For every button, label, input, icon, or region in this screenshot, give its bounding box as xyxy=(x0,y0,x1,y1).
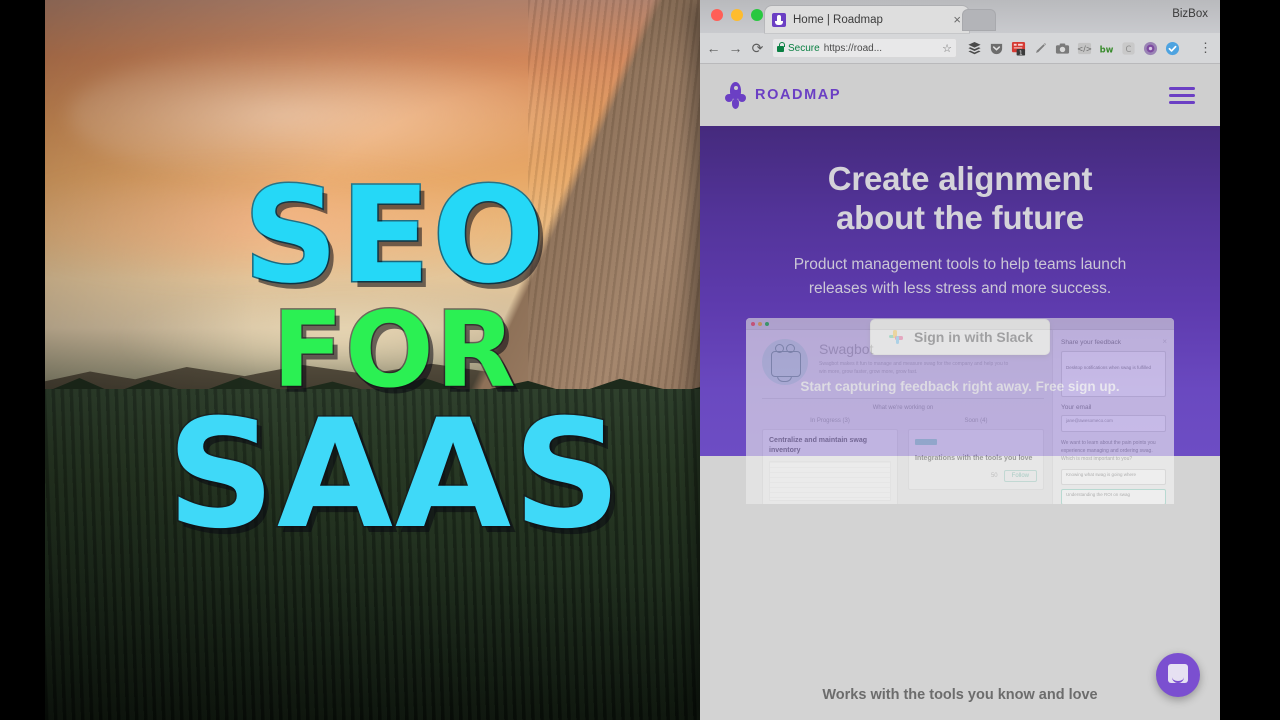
site-navbar: ROADMAP xyxy=(700,64,1220,126)
thumbnail-line-2: FOR xyxy=(271,289,518,412)
rocket-icon xyxy=(725,81,746,109)
bot-name: Swagbot xyxy=(819,341,874,357)
status-badge xyxy=(915,439,937,445)
new-tab-button[interactable] xyxy=(962,9,996,31)
hamburger-menu-icon[interactable] xyxy=(1169,86,1195,104)
chat-bubble-icon xyxy=(1168,664,1188,683)
check-blue-extension-icon[interactable] xyxy=(1165,41,1180,56)
board-column: Soon (4) Integrations with the tools you… xyxy=(908,418,1044,504)
svg-text:bw: bw xyxy=(1100,44,1114,54)
browser-menu-icon[interactable]: ⋮ xyxy=(1199,41,1214,54)
feedback-option[interactable]: Knowing what swag is going where xyxy=(1061,469,1166,485)
divider xyxy=(762,398,1044,399)
svg-text:1: 1 xyxy=(1019,50,1023,56)
board-column: In Progress (3) Centralize and maintain … xyxy=(762,418,898,504)
browser-toolbar: ← → ⟳ Secure https://road... ☆ 1 </> bw … xyxy=(700,33,1220,64)
address-bar[interactable]: Secure https://road... ☆ xyxy=(772,38,957,58)
buffer-extension-icon[interactable] xyxy=(967,41,982,56)
screenshot-max-dot xyxy=(765,321,769,326)
hero-heading-line2: about the future xyxy=(836,198,1084,236)
browser-window: Home | Roadmap × BizBox ← → ⟳ Secure htt… xyxy=(700,0,1220,720)
screenshot-main-column: Swagbot Swagbot makes it fun to manage a… xyxy=(746,330,1052,504)
column-header: In Progress (3) xyxy=(810,418,850,424)
rocket-favicon xyxy=(772,12,786,27)
board-columns: In Progress (3) Centralize and maintain … xyxy=(762,418,1044,504)
card-title: Centralize and maintain swag inventory xyxy=(769,437,868,454)
feedback-message: Desktop notifications when swag is fulfi… xyxy=(1066,365,1152,370)
bookmark-star-icon[interactable]: ☆ xyxy=(942,42,952,55)
security-label: Secure xyxy=(788,42,820,54)
bot-description: Swagbot makes it fun to manage and measu… xyxy=(819,361,1009,375)
tab-strip: Home | Roadmap × BizBox xyxy=(700,0,1220,33)
bw-extension-icon[interactable]: bw xyxy=(1099,41,1114,56)
c-extension-icon[interactable]: C xyxy=(1121,41,1136,56)
thumbnail-line-3: SAAS xyxy=(165,388,624,563)
code-inspector-extension-icon[interactable]: </> xyxy=(1077,41,1092,56)
bot-header: Swagbot Swagbot makes it fun to manage a… xyxy=(762,339,1044,385)
hero-subheading: Product management tools to help teams l… xyxy=(793,256,1127,297)
back-icon[interactable]: ← xyxy=(706,41,721,55)
window-title: BizBox xyxy=(1172,8,1208,20)
product-screenshot-container: Swagbot Swagbot makes it fun to manage a… xyxy=(746,318,1174,504)
window-controls[interactable] xyxy=(711,9,763,21)
url-text[interactable]: https://road... xyxy=(824,43,938,54)
web-page: ROADMAP Create alignment about the futur… xyxy=(700,64,1220,720)
thumbnail-line-1: SEO xyxy=(242,158,547,313)
screenshot-close-dot xyxy=(751,321,755,326)
board-card[interactable]: Integrations with the tools you love 50 … xyxy=(908,429,1044,490)
brand-name: ROADMAP xyxy=(755,87,842,103)
highlighter-extension-icon[interactable] xyxy=(1033,41,1048,56)
site-logo[interactable]: ROADMAP xyxy=(725,81,842,109)
footer-band: Works with the tools you know and love xyxy=(700,641,1220,720)
circle-purple-extension-icon[interactable] xyxy=(1143,41,1158,56)
card-title: Integrations with the tools you love xyxy=(915,455,1033,462)
extension-bar: 1 </> bw C xyxy=(967,41,1180,56)
screenshot-titlebar xyxy=(746,318,1174,330)
feedback-textarea[interactable]: Desktop notifications when swag is fulfi… xyxy=(1061,351,1166,397)
hero-heading-line1: Create alignment xyxy=(827,160,1093,197)
feedback-panel-title: Share your feedback xyxy=(1061,339,1121,346)
pocket-extension-icon[interactable] xyxy=(989,41,1004,56)
follow-button[interactable]: Follow xyxy=(1003,469,1037,482)
tab-title: Home | Roadmap xyxy=(793,13,883,26)
screen: SEO FOR SAAS Home | Roadmap × BizBox ← → xyxy=(0,0,1280,720)
close-window-button[interactable] xyxy=(711,9,723,21)
notification-extension-icon[interactable]: 1 xyxy=(1011,41,1026,56)
email-label: Your email xyxy=(1061,404,1092,411)
footer-heading: Works with the tools you know and love xyxy=(822,687,1098,703)
card-footer: 50 Follow xyxy=(915,469,1037,482)
feedback-panel: × Share your feedback Desktop notificati… xyxy=(1052,330,1174,504)
intercom-chat-button[interactable] xyxy=(1156,653,1200,697)
svg-text:C: C xyxy=(1126,44,1132,54)
screenshot-camera-extension-icon[interactable] xyxy=(1055,41,1070,56)
minimize-window-button[interactable] xyxy=(731,9,743,21)
vote-count: 50 xyxy=(990,472,998,479)
close-icon[interactable]: × xyxy=(1162,337,1167,346)
swagbot-avatar xyxy=(762,339,808,385)
screenshot-min-dot xyxy=(758,321,762,326)
hero-heading: Create alignment about the future xyxy=(718,126,1202,237)
product-screenshot: Swagbot Swagbot makes it fun to manage a… xyxy=(746,318,1174,504)
reload-icon[interactable]: ⟳ xyxy=(750,41,765,55)
thumbnail-title-overlay: SEO FOR SAAS xyxy=(45,0,745,720)
browser-tab[interactable]: Home | Roadmap × xyxy=(765,6,969,33)
lock-icon xyxy=(777,42,785,52)
board-card[interactable]: Centralize and maintain swag inventory xyxy=(762,429,898,504)
card-thumbnail xyxy=(769,460,891,501)
svg-text:</>: </> xyxy=(1077,44,1092,53)
email-field[interactable]: jane@awesomeco.com xyxy=(1061,415,1166,432)
section-title: What we're working on xyxy=(872,405,934,411)
feedback-option[interactable]: Understanding the ROI on swag xyxy=(1061,489,1166,504)
screenshot-body: Swagbot Swagbot makes it fun to manage a… xyxy=(746,330,1174,504)
column-header: Soon (4) xyxy=(964,418,988,424)
forward-icon[interactable]: → xyxy=(728,41,743,55)
close-icon[interactable]: × xyxy=(952,13,962,26)
feedback-question: We want to learn about the pain points y… xyxy=(1061,440,1156,462)
maximize-window-button[interactable] xyxy=(751,9,763,21)
